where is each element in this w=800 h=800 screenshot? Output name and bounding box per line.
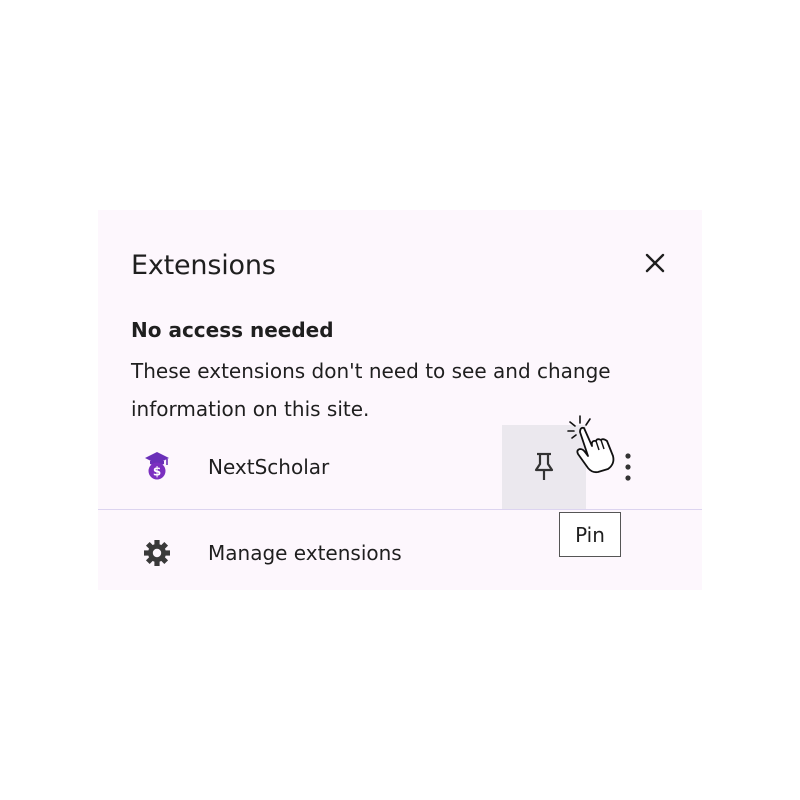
pin-icon [534, 452, 554, 480]
manage-extensions-label: Manage extensions [208, 541, 402, 565]
graduation-cap-coin-icon: $ [145, 452, 169, 480]
section-heading: No access needed [131, 318, 334, 342]
extension-name: NextScholar [208, 455, 330, 479]
close-button[interactable] [638, 246, 672, 280]
svg-text:$: $ [153, 465, 161, 479]
gear-icon [144, 540, 170, 566]
close-icon [645, 253, 665, 273]
hand-pointer-cursor-icon [567, 415, 615, 474]
pin-tooltip: Pin [559, 512, 621, 557]
more-vert-icon [625, 453, 631, 481]
panel-title: Extensions [131, 250, 276, 281]
